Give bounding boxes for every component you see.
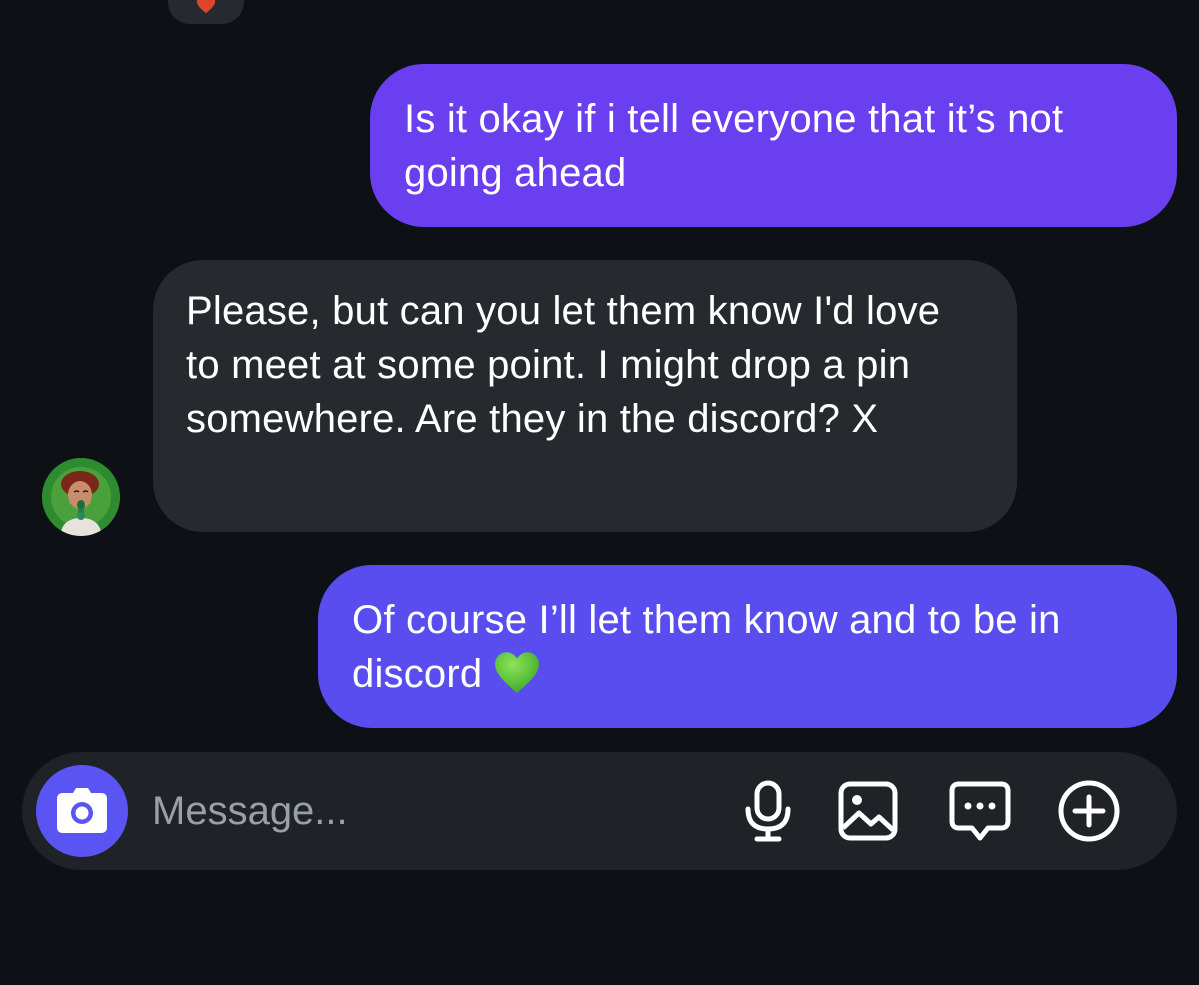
incoming-message-bubble[interactable]: Please, but can you let them know I'd lo… <box>153 260 1017 532</box>
message-text: Please, but can you let them know I'd lo… <box>186 289 941 441</box>
camera-button[interactable] <box>36 765 128 857</box>
message-text: Of course I’ll let them know and to be i… <box>352 598 1061 696</box>
avatar[interactable] <box>42 458 120 536</box>
green-heart-emoji-icon <box>495 652 540 693</box>
sticker-chat-icon[interactable] <box>947 778 1013 844</box>
message-text: Is it okay if i tell everyone that it’s … <box>404 97 1064 195</box>
red-heart-icon <box>196 0 216 14</box>
camera-icon <box>57 788 107 833</box>
microphone-icon[interactable] <box>735 778 801 844</box>
gallery-icon[interactable] <box>835 778 901 844</box>
plus-circle-icon[interactable] <box>1056 778 1122 844</box>
message-composer <box>22 752 1177 870</box>
outgoing-message-bubble[interactable]: Of course I’ll let them know and to be i… <box>318 565 1177 728</box>
outgoing-message-bubble[interactable]: Is it okay if i tell everyone that it’s … <box>370 64 1177 227</box>
message-input[interactable] <box>152 782 712 840</box>
previous-message-reaction[interactable] <box>168 0 244 24</box>
